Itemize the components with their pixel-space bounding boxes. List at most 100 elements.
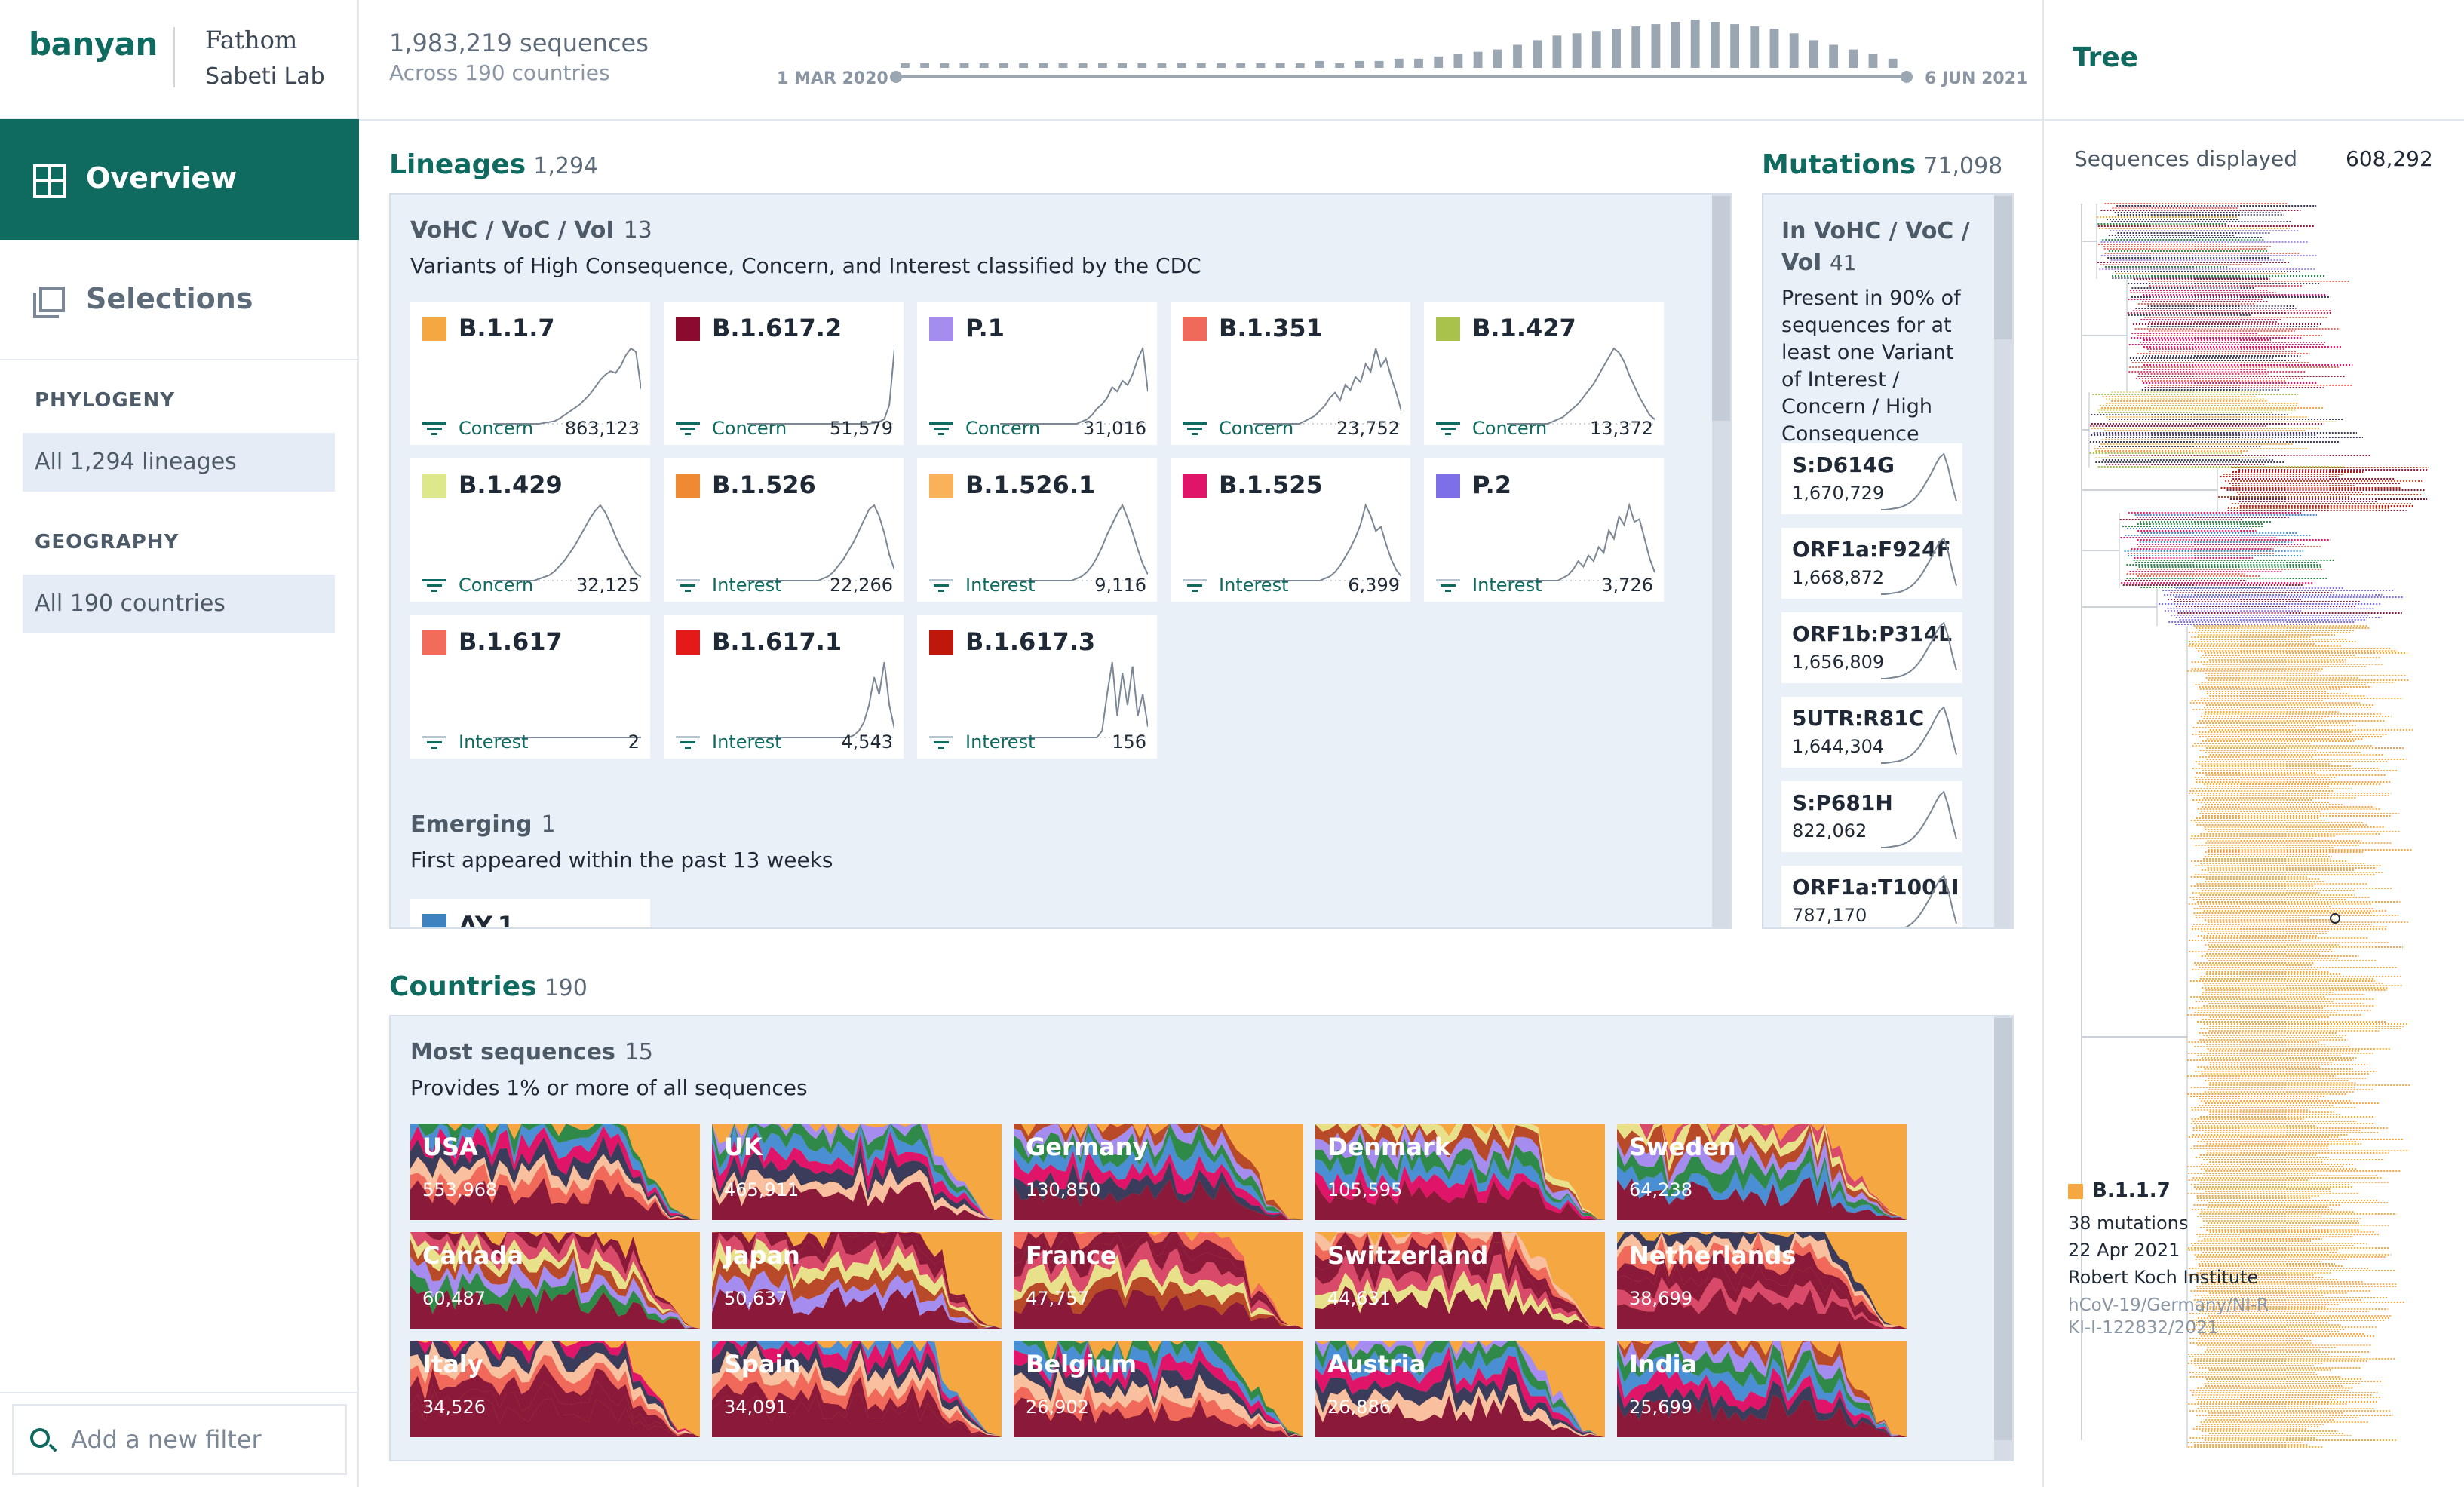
lineage-card[interactable]: B.1.351 Concern 23,752 xyxy=(1171,302,1410,445)
lineage-card[interactable]: B.1.526.1 Interest 9,116 xyxy=(917,458,1157,602)
mutation-list: S:D614G 1,670,729 ORF1a:F924F 1,668,872 ORF1… xyxy=(1781,443,1993,927)
country-card[interactable]: Canada 60,487 xyxy=(410,1232,700,1329)
selected-mutations: 38 mutations xyxy=(2068,1213,2189,1234)
geography-filter[interactable]: All 190 countries xyxy=(23,575,335,633)
search-icon xyxy=(30,1428,50,1448)
timeline-histogram[interactable] xyxy=(898,15,1905,72)
countries-heading: Countries 190 xyxy=(389,971,588,1002)
lineage-swatch xyxy=(929,317,953,341)
sparkline-path xyxy=(747,348,894,425)
nav-selections[interactable]: Selections xyxy=(0,240,359,360)
mutation-sparkline xyxy=(1881,706,1957,764)
add-filter-input[interactable]: Add a new filter xyxy=(12,1404,347,1475)
lineage-card[interactable]: B.1.427 Concern 13,372 xyxy=(1424,302,1664,445)
country-count: 64,238 xyxy=(1629,1179,1692,1200)
lineage-card[interactable]: B.1.429 Concern 32,125 xyxy=(410,458,650,602)
timeline-bar xyxy=(979,63,989,68)
mutation-name: S:D614G xyxy=(1792,452,1895,477)
brand-logo[interactable]: banyan xyxy=(29,26,158,63)
lineage-card[interactable]: B.1.617.2 Concern 51,579 xyxy=(664,302,904,445)
country-card[interactable]: Italy 34,526 xyxy=(410,1341,700,1437)
country-card[interactable]: Switzerland 44,631 xyxy=(1315,1232,1605,1329)
lineage-swatch xyxy=(676,317,700,341)
lineage-card[interactable]: P.1 Concern 31,016 xyxy=(917,302,1157,445)
countries-scrollbar-thumb[interactable] xyxy=(1994,1018,2012,1440)
timeline-bar xyxy=(1730,24,1739,68)
lineage-card[interactable]: B.1.617 Interest 2 xyxy=(410,615,650,759)
lineage-count: 863,123 xyxy=(564,418,640,439)
lineage-count: 3,726 xyxy=(1601,575,1653,596)
lineage-card[interactable]: B.1.1.7 Concern 863,123 xyxy=(410,302,650,445)
country-card[interactable]: UK 465,911 xyxy=(712,1124,1002,1220)
sparkline-path xyxy=(1881,537,1957,595)
lineage-status: Concern xyxy=(965,418,1041,439)
country-card[interactable]: Spain 34,091 xyxy=(712,1341,1002,1437)
lineages-scrollbar-thumb[interactable] xyxy=(1712,196,1730,421)
timeline-bar xyxy=(1651,24,1661,68)
phylogeny-filter[interactable]: All 1,294 lineages xyxy=(23,433,335,492)
lineage-card[interactable]: B.1.525 Interest 6,399 xyxy=(1171,458,1410,602)
lineage-card[interactable]: B.1.617.1 Interest 4,543 xyxy=(664,615,904,759)
timeline-bar xyxy=(1591,31,1601,68)
timeline-track[interactable] xyxy=(896,75,1905,78)
timeline-bar xyxy=(1671,22,1680,68)
lineage-swatch xyxy=(422,317,446,341)
interest-level-icon xyxy=(676,736,700,749)
country-card[interactable]: Belgium 26,902 xyxy=(1014,1341,1303,1437)
sparkline-path xyxy=(1507,502,1655,581)
lineage-card[interactable]: P.2 Interest 3,726 xyxy=(1424,458,1664,602)
selected-sequence-id[interactable]: hCoV-19/Germany/NI-RKI-I-122832/2021 xyxy=(2068,1294,2272,1339)
lineage-sparkline xyxy=(1507,502,1655,581)
timeline-bar xyxy=(1217,63,1226,68)
timeline-bar xyxy=(1868,54,1878,68)
country-card[interactable]: USA 553,968 xyxy=(410,1124,700,1220)
timeline-end-handle[interactable] xyxy=(1901,71,1913,83)
country-card[interactable]: France 47,757 xyxy=(1014,1232,1303,1329)
country-card[interactable]: Denmark 105,595 xyxy=(1315,1124,1605,1220)
lineage-name: B.1.429 xyxy=(459,471,563,499)
lineages-panel[interactable]: VoHC / VoC / VoI 13 Variants of High Cons… xyxy=(389,193,1732,929)
lineage-status: Concern xyxy=(1219,418,1294,439)
timeline-start-date: 1 MAR 2020 xyxy=(777,69,888,88)
country-name: Sweden xyxy=(1629,1133,1736,1161)
timeline-start-handle[interactable] xyxy=(890,71,902,83)
lineage-swatch xyxy=(1183,474,1207,498)
mutation-card[interactable]: S:D614G 1,670,729 xyxy=(1781,443,1962,514)
lineage-card[interactable]: B.1.617.3 Interest 156 xyxy=(917,615,1157,759)
mutation-card[interactable]: ORF1b:P314L 1,656,809 xyxy=(1781,612,1962,683)
sparkline-path xyxy=(1881,706,1957,764)
countries-panel[interactable]: Most sequences 15 Provides 1% or more of … xyxy=(389,1015,2014,1461)
lineage-card-emerging[interactable]: AY.1 xyxy=(410,899,650,927)
mutation-card[interactable]: ORF1a:T1001I 787,170 xyxy=(1781,866,1962,927)
mutations-scrollbar-thumb[interactable] xyxy=(1994,196,2012,339)
mutation-card[interactable]: 5UTR:R81C 1,644,304 xyxy=(1781,697,1962,768)
interest-level-icon xyxy=(929,736,953,749)
lineage-swatch xyxy=(422,474,446,498)
layers-icon xyxy=(39,287,65,312)
selected-lab: Robert Koch Institute xyxy=(2068,1267,2259,1288)
lineage-count: 31,016 xyxy=(1083,418,1146,439)
mutation-card[interactable]: ORF1a:F924F 1,668,872 xyxy=(1781,528,1962,599)
timeline-bar xyxy=(1058,63,1068,68)
lineage-card[interactable]: B.1.526 Interest 22,266 xyxy=(664,458,904,602)
country-card[interactable]: Germany 130,850 xyxy=(1014,1124,1303,1220)
country-card[interactable]: Netherlands 38,699 xyxy=(1617,1232,1907,1329)
sparkline-path xyxy=(1253,348,1401,425)
mutation-card[interactable]: S:P681H 822,062 xyxy=(1781,781,1962,852)
country-card[interactable]: Austria 26,886 xyxy=(1315,1341,1605,1437)
country-card[interactable]: India 25,699 xyxy=(1617,1341,1907,1437)
lineage-status: Interest xyxy=(1472,575,1542,596)
timeline-bar xyxy=(1711,22,1720,68)
timeline-bar xyxy=(1098,63,1107,68)
lineage-status: Concern xyxy=(1472,418,1548,439)
country-name: UK xyxy=(724,1133,763,1161)
nav-overview[interactable]: Overview xyxy=(0,119,359,240)
lineage-swatch xyxy=(676,474,700,498)
country-count: 47,757 xyxy=(1026,1288,1089,1309)
lineage-swatch xyxy=(929,630,953,655)
mutation-count: 822,062 xyxy=(1792,820,1867,842)
concern-level-icon xyxy=(422,422,446,435)
mutations-panel[interactable]: In VoHC / VoC / VoI 41 Present in 90% of… xyxy=(1762,193,2014,929)
country-card[interactable]: Sweden 64,238 xyxy=(1617,1124,1907,1220)
country-card[interactable]: Japan 50,637 xyxy=(712,1232,1002,1329)
